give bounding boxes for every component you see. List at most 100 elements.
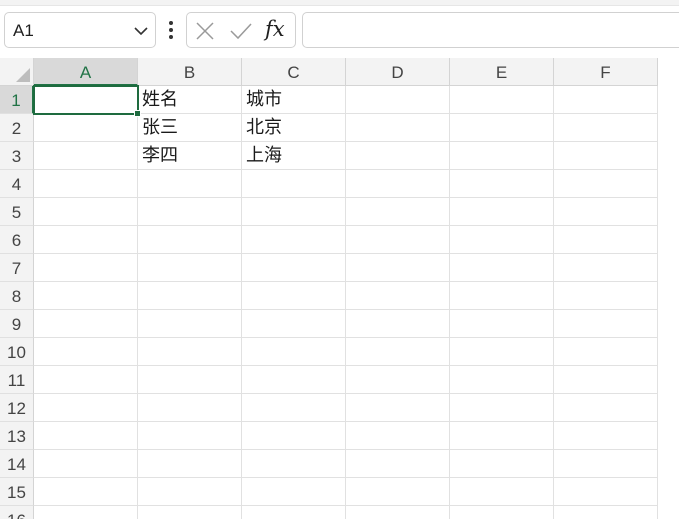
cell-d1[interactable] <box>346 86 450 114</box>
cell-b6[interactable] <box>138 226 242 254</box>
cell-a5[interactable] <box>34 198 138 226</box>
row-header-11[interactable]: 11 <box>0 366 34 394</box>
cell-b7[interactable] <box>138 254 242 282</box>
cell-a14[interactable] <box>34 450 138 478</box>
column-header-f[interactable]: F <box>554 58 658 86</box>
row-header-4[interactable]: 4 <box>0 170 34 198</box>
vertical-dots-icon[interactable] <box>164 18 178 42</box>
cell-e13[interactable] <box>450 422 554 450</box>
row-header-12[interactable]: 12 <box>0 394 34 422</box>
row-header-1[interactable]: 1 <box>0 86 34 114</box>
cell-a11[interactable] <box>34 366 138 394</box>
cell-c11[interactable] <box>242 366 346 394</box>
cell-e16[interactable] <box>450 506 554 519</box>
cell-e1[interactable] <box>450 86 554 114</box>
cell-a8[interactable] <box>34 282 138 310</box>
cell-c16[interactable] <box>242 506 346 519</box>
cell-a1[interactable] <box>34 86 138 114</box>
cell-f15[interactable] <box>554 478 658 506</box>
cell-f7[interactable] <box>554 254 658 282</box>
cell-f16[interactable] <box>554 506 658 519</box>
cell-f1[interactable] <box>554 86 658 114</box>
cell-d16[interactable] <box>346 506 450 519</box>
cell-a4[interactable] <box>34 170 138 198</box>
select-all-corner[interactable] <box>0 58 34 86</box>
column-header-a[interactable]: A <box>34 58 138 86</box>
cell-f11[interactable] <box>554 366 658 394</box>
cell-e11[interactable] <box>450 366 554 394</box>
cell-a10[interactable] <box>34 338 138 366</box>
row-header-9[interactable]: 9 <box>0 310 34 338</box>
cell-c8[interactable] <box>242 282 346 310</box>
cell-c1[interactable]: 城市 <box>242 86 346 114</box>
cell-f2[interactable] <box>554 114 658 142</box>
row-header-10[interactable]: 10 <box>0 338 34 366</box>
cell-e12[interactable] <box>450 394 554 422</box>
cell-a9[interactable] <box>34 310 138 338</box>
cell-f9[interactable] <box>554 310 658 338</box>
cell-e2[interactable] <box>450 114 554 142</box>
cell-d6[interactable] <box>346 226 450 254</box>
row-header-14[interactable]: 14 <box>0 450 34 478</box>
cell-b14[interactable] <box>138 450 242 478</box>
insert-function-button[interactable]: fx <box>265 17 285 41</box>
cell-d13[interactable] <box>346 422 450 450</box>
cell-f12[interactable] <box>554 394 658 422</box>
cell-e10[interactable] <box>450 338 554 366</box>
cell-f6[interactable] <box>554 226 658 254</box>
column-header-b[interactable]: B <box>138 58 242 86</box>
cell-a16[interactable] <box>34 506 138 519</box>
cell-d2[interactable] <box>346 114 450 142</box>
cell-a12[interactable] <box>34 394 138 422</box>
cell-a7[interactable] <box>34 254 138 282</box>
cell-c9[interactable] <box>242 310 346 338</box>
cell-d11[interactable] <box>346 366 450 394</box>
cell-d15[interactable] <box>346 478 450 506</box>
cell-f13[interactable] <box>554 422 658 450</box>
cell-e15[interactable] <box>450 478 554 506</box>
cell-b11[interactable] <box>138 366 242 394</box>
cell-f14[interactable] <box>554 450 658 478</box>
cell-b5[interactable] <box>138 198 242 226</box>
cell-d10[interactable] <box>346 338 450 366</box>
cell-b10[interactable] <box>138 338 242 366</box>
x-icon[interactable] <box>195 21 215 41</box>
cell-c12[interactable] <box>242 394 346 422</box>
cell-e9[interactable] <box>450 310 554 338</box>
cell-f5[interactable] <box>554 198 658 226</box>
cell-b8[interactable] <box>138 282 242 310</box>
cell-b13[interactable] <box>138 422 242 450</box>
cell-e4[interactable] <box>450 170 554 198</box>
cell-d14[interactable] <box>346 450 450 478</box>
cell-f4[interactable] <box>554 170 658 198</box>
cell-e8[interactable] <box>450 282 554 310</box>
cell-e7[interactable] <box>450 254 554 282</box>
column-header-c[interactable]: C <box>242 58 346 86</box>
cell-c13[interactable] <box>242 422 346 450</box>
cell-e5[interactable] <box>450 198 554 226</box>
cell-f8[interactable] <box>554 282 658 310</box>
cell-c3[interactable]: 上海 <box>242 142 346 170</box>
cell-c6[interactable] <box>242 226 346 254</box>
cell-e14[interactable] <box>450 450 554 478</box>
cell-d9[interactable] <box>346 310 450 338</box>
cell-c15[interactable] <box>242 478 346 506</box>
chevron-down-icon[interactable] <box>133 23 149 39</box>
cell-c5[interactable] <box>242 198 346 226</box>
row-header-5[interactable]: 5 <box>0 198 34 226</box>
cell-a2[interactable] <box>34 114 138 142</box>
formula-input[interactable] <box>302 12 679 48</box>
column-header-e[interactable]: E <box>450 58 554 86</box>
cell-c2[interactable]: 北京 <box>242 114 346 142</box>
cell-b2[interactable]: 张三 <box>138 114 242 142</box>
cell-d7[interactable] <box>346 254 450 282</box>
cell-c10[interactable] <box>242 338 346 366</box>
cell-b3[interactable]: 李四 <box>138 142 242 170</box>
cell-c14[interactable] <box>242 450 346 478</box>
cell-a6[interactable] <box>34 226 138 254</box>
cell-c4[interactable] <box>242 170 346 198</box>
cell-e3[interactable] <box>450 142 554 170</box>
row-header-16[interactable]: 16 <box>0 506 34 519</box>
row-header-7[interactable]: 7 <box>0 254 34 282</box>
cell-f3[interactable] <box>554 142 658 170</box>
